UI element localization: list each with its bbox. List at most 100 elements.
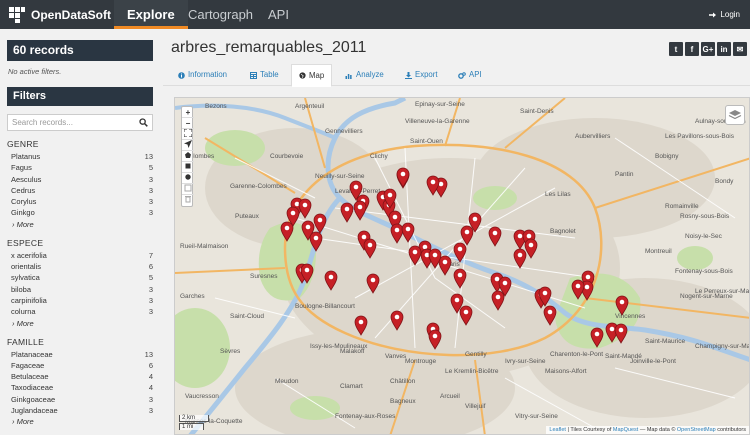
place-label: Maisons-Alfort	[545, 368, 587, 375]
osm-link[interactable]: OpenStreetMap	[677, 427, 716, 433]
facet-item[interactable]: Fagaceae 6	[7, 360, 153, 371]
facet-item[interactable]: Ginkgo 3	[7, 207, 153, 218]
place-label: Gentilly	[465, 351, 487, 358]
twitter-share-button[interactable]: t	[669, 42, 683, 56]
facet-more-link[interactable]: › More	[7, 318, 153, 329]
place-label: Champigny-sur-Marne	[695, 343, 750, 350]
place-label: Rosny-sous-Bois	[680, 213, 730, 220]
place-label: Charenton-le-Pont	[550, 351, 603, 358]
facet-item[interactable]: Platanaceae 13	[7, 349, 153, 360]
search-icon[interactable]	[139, 118, 148, 127]
facet-item[interactable]: biloba 3	[7, 284, 153, 295]
facet-item[interactable]: Juglandaceae 3	[7, 405, 153, 416]
zoom-out-button[interactable]: −	[182, 118, 194, 129]
leaflet-link[interactable]: Leaflet	[549, 427, 566, 433]
share-buttons: t f G+ in ✉	[669, 42, 747, 56]
draw-polygon-button[interactable]	[182, 151, 194, 162]
facet-item-count: 5	[148, 163, 153, 173]
tab-analyze[interactable]: Analyze	[345, 64, 384, 86]
tab-analyze-label: Analyze	[356, 70, 384, 79]
sign-in-icon	[709, 12, 717, 17]
facet-title: GENRE	[7, 139, 39, 149]
facet-item-count: 3	[148, 208, 153, 218]
place-label: Clichy	[370, 153, 388, 160]
location-arrow-icon	[184, 140, 192, 148]
facet-item[interactable]: sylvatica 5	[7, 272, 153, 283]
table-icon	[250, 71, 257, 79]
place-label: Pantin	[615, 171, 634, 178]
tab-table[interactable]: Table	[250, 64, 279, 86]
facet-item-label: carpinifolia	[11, 295, 47, 305]
facet-item-label: x acerifolia	[11, 250, 47, 260]
brand[interactable]: OpenDataSoft	[8, 5, 111, 25]
facet-item[interactable]: Ginkgoaceae 3	[7, 394, 153, 405]
tab-map[interactable]: Map	[291, 64, 333, 87]
place-label: Villejuif	[465, 403, 486, 410]
search-input[interactable]	[8, 115, 138, 130]
facet-item[interactable]: Fagus 5	[7, 162, 153, 173]
attribution-end-text: contributors	[715, 427, 746, 433]
draw-circle-button[interactable]	[182, 173, 194, 184]
place-label: Saint-Maurice	[645, 338, 685, 345]
facet-item-count: 3	[148, 394, 153, 404]
facet-item-label: Fagus	[11, 163, 32, 173]
facet-item[interactable]: Taxodiaceae 4	[7, 382, 153, 393]
facet-more-link[interactable]: › More	[7, 219, 153, 230]
facet-item-label: Platanus	[11, 152, 41, 161]
email-share-button[interactable]: ✉	[733, 42, 747, 56]
facebook-share-button[interactable]: f	[685, 42, 699, 56]
facet-item[interactable]: carpinifolia 3	[7, 295, 153, 306]
tab-export[interactable]: Export	[405, 64, 438, 86]
place-label: Boulogne-Billancourt	[295, 303, 355, 310]
tab-table-label: Table	[260, 70, 279, 79]
facet-item-count: 3	[148, 185, 153, 195]
zoom-in-button[interactable]: +	[182, 107, 194, 118]
tab-api[interactable]: API	[458, 64, 482, 86]
facet-item-count: 3	[148, 174, 153, 184]
place-label: Montreuil	[645, 248, 672, 255]
facet-item-label: Aesculus	[11, 174, 42, 184]
facet-item[interactable]: Platanus 13	[7, 151, 153, 162]
circle-icon	[185, 174, 191, 180]
facet-item[interactable]: x acerifolia 7	[7, 250, 153, 261]
layers-button[interactable]	[725, 105, 745, 125]
locate-button[interactable]	[182, 140, 194, 151]
map-scale: 2 km 1 mi	[179, 414, 209, 430]
fullscreen-button[interactable]	[182, 128, 194, 140]
map-view[interactable]: Bezons Argenteuil Epinay-sur-Seine Saint-De…	[174, 97, 750, 435]
delete-shapes-button[interactable]	[182, 195, 194, 206]
nav-tab-cartograph[interactable]: Cartograph	[175, 0, 266, 29]
facet-item-label: Juglandaceae	[11, 406, 58, 416]
facet-title: ESPECE	[7, 237, 44, 248]
facet-item[interactable]: Betulaceae 4	[7, 371, 153, 382]
facet-item[interactable]: orientalis 6	[7, 261, 153, 272]
edit-shapes-button[interactable]	[182, 184, 194, 195]
place-label: Bagnolet	[550, 228, 576, 235]
mapquest-link[interactable]: MapQuest	[613, 427, 638, 433]
cogs-icon	[458, 71, 466, 79]
facet-item[interactable]: Corylus 3	[7, 196, 153, 207]
tab-information[interactable]: Information	[178, 64, 227, 86]
place-label: Le Perreux-sur-Marne	[695, 288, 750, 295]
records-count: 60 records	[7, 40, 153, 61]
facet-item[interactable]: Cedrus 3	[7, 185, 153, 196]
facet-item-count: 13	[144, 152, 153, 161]
linkedin-share-button[interactable]: in	[717, 42, 731, 56]
place-label: Vitry-sur-Seine	[515, 413, 558, 420]
facet-item[interactable]: Aesculus 3	[7, 174, 153, 185]
facet-more-link[interactable]: › More	[7, 416, 153, 427]
facet-genre: GENRE Platanus 13 Fagus 5 Aesculus 3 Cedrus 3 Cor…	[7, 139, 153, 230]
login-link[interactable]: Login	[709, 0, 740, 29]
nav-tab-api[interactable]: API	[255, 0, 302, 29]
google-plus-share-button[interactable]: G+	[701, 42, 715, 56]
facet-item-count: 3	[148, 295, 153, 305]
facet-item-label: Betulaceae	[11, 372, 49, 382]
place-label: Epinay-sur-Seine	[415, 101, 465, 108]
facet-item-label: Platanaceae	[11, 349, 53, 359]
map-tiles[interactable]: Bezons Argenteuil Epinay-sur-Seine Saint-De…	[175, 98, 750, 435]
tab-export-label: Export	[415, 70, 438, 79]
info-icon	[178, 71, 185, 79]
place-label: Neuilly-sur-Seine	[315, 173, 365, 180]
facet-item[interactable]: colurna 3	[7, 306, 153, 317]
draw-rectangle-button[interactable]	[182, 162, 194, 173]
